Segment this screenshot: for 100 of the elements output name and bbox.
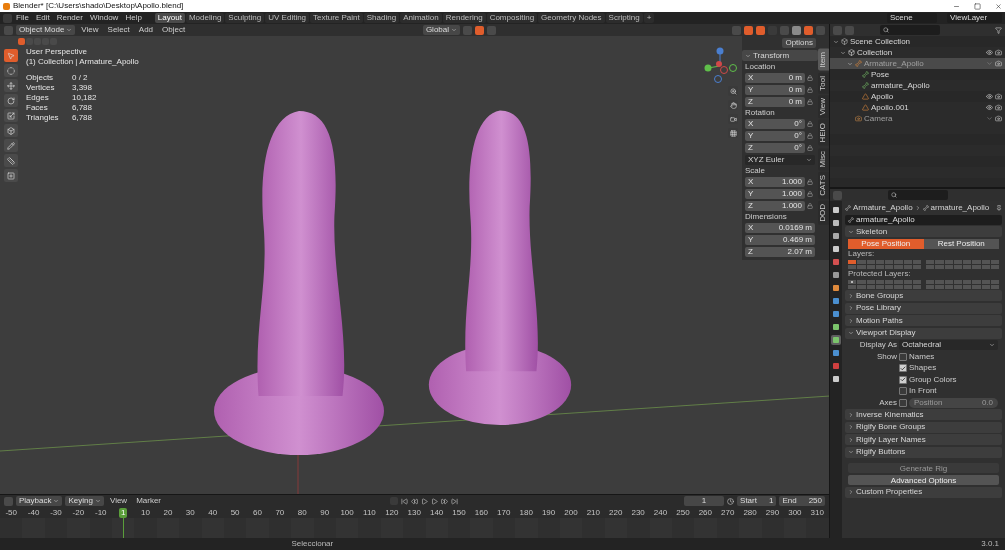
layer-toggle[interactable] xyxy=(944,264,953,269)
layer-toggle[interactable] xyxy=(953,264,962,269)
layer-toggle[interactable] xyxy=(885,264,894,269)
workspace-tab[interactable]: Animation xyxy=(400,13,442,23)
menu-item[interactable]: Window xyxy=(86,14,122,22)
layer-toggle[interactable] xyxy=(944,259,953,264)
video-camera-icon[interactable] xyxy=(728,114,738,124)
layer-toggle[interactable] xyxy=(875,279,884,284)
panel-header[interactable]: Bone Groups xyxy=(845,290,1002,301)
menu-item[interactable]: Help xyxy=(122,14,145,22)
properties-tab[interactable] xyxy=(831,335,841,345)
layer-toggle[interactable] xyxy=(875,264,884,269)
start-frame-field[interactable]: Start 1 xyxy=(737,496,777,506)
properties-tab[interactable] xyxy=(831,218,841,228)
workspace-tab[interactable]: Shading xyxy=(363,13,400,23)
layer-toggle[interactable] xyxy=(990,264,999,269)
end-frame-field[interactable]: End 250 xyxy=(779,496,825,506)
layer-toggle[interactable] xyxy=(926,259,935,264)
number-field[interactable]: Z 2.07 m xyxy=(745,247,815,257)
3d-viewport[interactable] xyxy=(0,36,829,494)
layer-toggle[interactable] xyxy=(990,279,999,284)
layer-toggle[interactable] xyxy=(972,284,981,289)
layer-toggle[interactable] xyxy=(866,279,875,284)
panel-header[interactable]: Rigify Layer Names xyxy=(845,434,1002,445)
workspace-tab[interactable]: Modeling xyxy=(185,13,225,23)
hand-icon[interactable] xyxy=(728,100,738,110)
number-field[interactable]: X 0.0169 m xyxy=(745,223,815,233)
layer-toggle[interactable] xyxy=(894,279,903,284)
workspace-tab[interactable]: Rendering xyxy=(442,13,486,23)
properties-tab[interactable] xyxy=(831,205,841,215)
number-field[interactable]: X 0 m xyxy=(745,73,805,83)
panel-header[interactable]: Custom Properties xyxy=(845,486,1002,498)
options-dropdown[interactable]: Options xyxy=(782,38,816,48)
tool-button[interactable] xyxy=(4,124,18,137)
sidebar-tab[interactable]: CATS xyxy=(818,172,829,200)
rig-button[interactable]: Advanced Options xyxy=(848,475,999,485)
properties-tab[interactable] xyxy=(831,309,841,319)
layer-toggle[interactable] xyxy=(848,284,857,289)
panel-header[interactable]: Motion Paths xyxy=(845,315,1002,326)
menu-item[interactable]: View xyxy=(106,497,131,505)
workspace-tab[interactable]: Scripting xyxy=(605,13,643,23)
layer-toggle[interactable] xyxy=(953,284,962,289)
tool-button[interactable] xyxy=(4,64,18,77)
layer-toggle[interactable] xyxy=(972,264,981,269)
number-field[interactable]: Y 0.469 m xyxy=(745,235,815,245)
tool-button[interactable] xyxy=(4,109,18,122)
workspace-tab[interactable]: UV Editing xyxy=(265,13,310,23)
checkbox[interactable] xyxy=(899,352,907,361)
layer-toggle[interactable] xyxy=(926,284,935,289)
scene-field[interactable]: Scene xyxy=(887,13,937,23)
number-field[interactable]: Z 0° xyxy=(745,143,805,153)
layer-toggle[interactable] xyxy=(903,279,912,284)
checkbox[interactable] xyxy=(899,364,907,372)
workspace-tab[interactable]: + xyxy=(643,13,655,23)
checkbox[interactable] xyxy=(899,398,907,407)
sidebar-tab[interactable]: View xyxy=(818,95,829,119)
tool-button[interactable] xyxy=(4,94,18,107)
tool-button[interactable] xyxy=(4,154,18,167)
sidebar-tab[interactable]: Item xyxy=(818,49,829,71)
layer-toggle[interactable] xyxy=(981,279,990,284)
layer-toggle[interactable] xyxy=(857,264,866,269)
tool-button[interactable] xyxy=(4,139,18,152)
panel-header[interactable]: Pose Library xyxy=(845,302,1002,314)
grid-icon[interactable] xyxy=(728,128,738,138)
menu-item[interactable]: Marker xyxy=(133,497,165,505)
tool-button[interactable] xyxy=(4,49,18,62)
layer-toggle[interactable] xyxy=(990,284,999,289)
layer-toggle[interactable] xyxy=(926,264,935,269)
tool-button[interactable] xyxy=(4,79,18,92)
layer-toggle[interactable] xyxy=(875,259,884,264)
layer-toggle[interactable] xyxy=(935,264,944,269)
layer-toggle[interactable] xyxy=(857,279,866,284)
properties-tab[interactable] xyxy=(831,283,841,293)
number-field[interactable]: X 0° xyxy=(745,119,805,129)
layer-toggle[interactable] xyxy=(935,259,944,264)
layer-toggle[interactable] xyxy=(981,264,990,269)
tool-button[interactable] xyxy=(4,169,18,182)
menu-item[interactable]: File xyxy=(13,14,32,22)
sidebar-tab[interactable]: HEIO xyxy=(818,120,829,146)
layer-toggle[interactable] xyxy=(903,284,912,289)
number-field[interactable]: Y 0 m xyxy=(745,85,805,95)
layer-toggle[interactable] xyxy=(903,259,912,264)
panel-header[interactable]: Inverse Kinematics xyxy=(845,409,1002,420)
number-field[interactable]: Z 1.000 xyxy=(745,201,805,211)
position-field[interactable]: Position 0.0 xyxy=(909,397,998,408)
number-field[interactable]: Y 1.000 xyxy=(745,189,805,199)
checkbox[interactable] xyxy=(899,387,907,395)
panel-header[interactable]: Rigify Buttons xyxy=(845,446,1002,458)
display-as-dropdown[interactable]: Octahedral xyxy=(899,340,998,350)
layer-toggle[interactable] xyxy=(857,284,866,289)
checkbox[interactable] xyxy=(899,375,907,384)
layer-toggle[interactable] xyxy=(885,284,894,289)
workspace-tab[interactable]: Compositing xyxy=(486,13,538,23)
panel-header[interactable]: Skeleton xyxy=(845,226,1002,237)
layer-toggle[interactable] xyxy=(848,264,857,269)
layer-toggle[interactable] xyxy=(926,279,935,284)
layer-toggle[interactable] xyxy=(912,284,921,289)
rotation-mode-dropdown[interactable]: XYZ Euler xyxy=(745,155,815,165)
number-field[interactable]: X 1.000 xyxy=(745,177,805,187)
menu-item[interactable]: Select xyxy=(104,26,133,34)
